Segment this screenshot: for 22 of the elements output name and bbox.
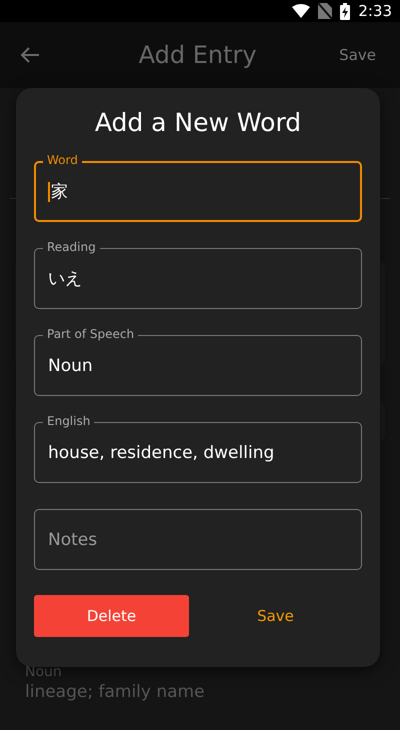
field-value: いえ [48,268,82,290]
field-label: Part of Speech [43,326,138,342]
app-bar-save-button[interactable]: Save [335,42,380,68]
delete-button[interactable]: Delete [34,595,189,637]
save-button[interactable]: Save [189,595,362,637]
input-field[interactable]: Notes [34,509,362,570]
part-of-speech-text: Noun [25,664,63,680]
text-cursor [48,182,50,202]
battery-charging-icon [340,2,350,20]
field-value: Noun [48,356,93,376]
no-sim-icon [318,3,332,19]
field-value: 家 [51,181,68,203]
meaning-text: lineage; family name [25,682,206,702]
back-arrow-icon[interactable] [20,46,40,64]
field-placeholder: Notes [48,530,98,550]
field-label: Reading [43,239,100,255]
wifi-icon [292,4,310,18]
status-time: 2:33 [358,2,392,20]
field-value: house, residence, dwelling [48,442,274,462]
dialog-title: Add a New Word [94,108,302,137]
field-label: English [43,413,94,429]
app-bar-title: Add Entry [138,41,258,69]
